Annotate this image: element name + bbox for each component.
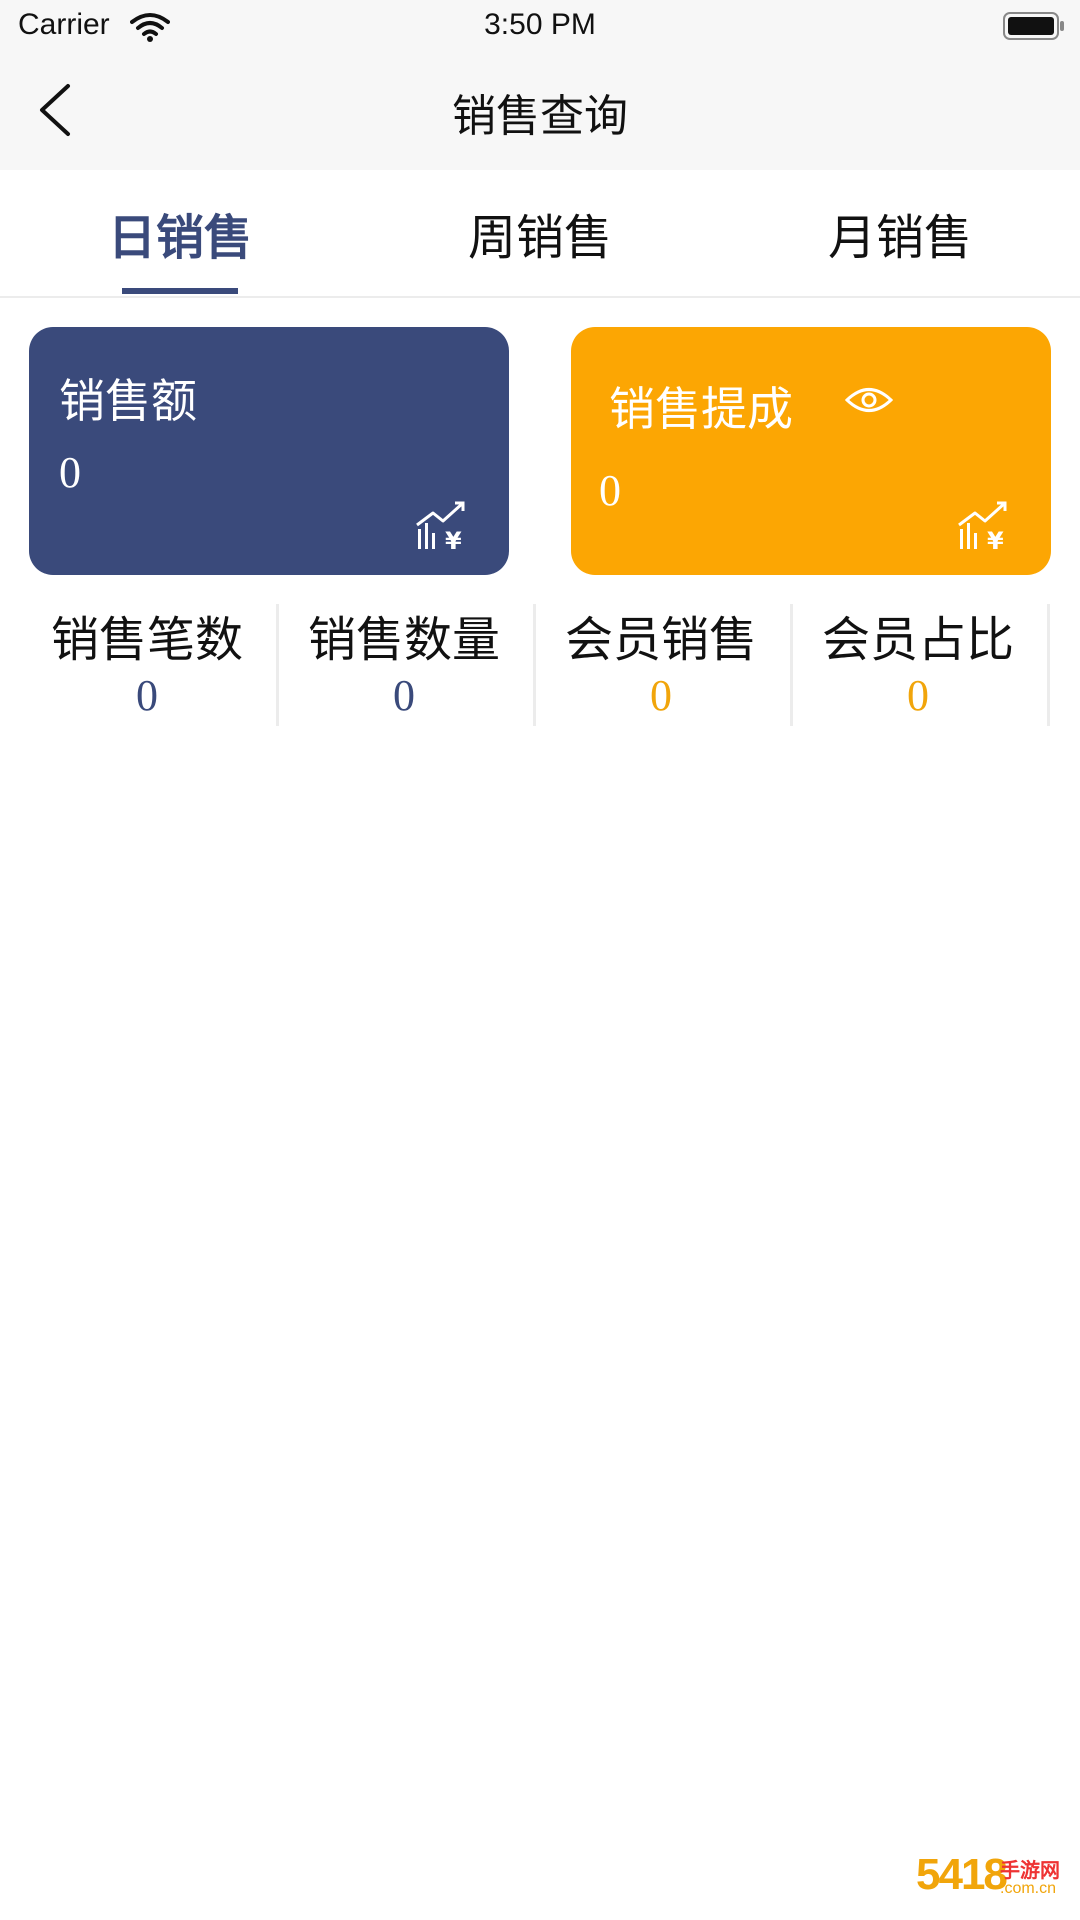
status-time: 3:50 PM [484,8,596,41]
sales-amount-label: 销售额 [59,374,197,428]
tab-monthly-sales[interactable]: 月销售 [720,198,1080,268]
watermark-mark: 5418 [916,1850,1008,1899]
stat-member-sales[interactable]: 会员销售 0 [536,600,793,728]
battery-full-icon [1003,12,1064,40]
eye-icon[interactable] [845,385,893,415]
stat-label: 销售数量 [307,612,500,668]
stat-value: 0 [907,671,929,720]
watermark-text: 手游网 [1000,1858,1060,1882]
stat-member-ratio[interactable]: 会员占比 0 [793,600,1050,728]
svg-text:¥: ¥ [987,527,1004,551]
stat-value: 0 [136,671,158,720]
commission-label: 销售提成 [609,382,793,436]
status-bar: Carrier 3:50 PM [0,0,1080,56]
stat-order-count[interactable]: 销售笔数 0 [22,600,279,728]
sales-stats-row: 销售笔数 0 销售数量 0 会员销售 0 会员占比 0 [22,600,1052,728]
sales-amount-card[interactable]: 销售额 0 ¥ [29,327,509,575]
stat-quantity[interactable]: 销售数量 0 [279,600,536,728]
divider [1047,604,1050,726]
commission-card[interactable]: 销售提成 0 ¥ [571,327,1051,575]
stat-label: 会员销售 [564,612,757,668]
active-tab-indicator [122,288,238,294]
stat-label: 会员占比 [821,612,1014,668]
stat-label: 销售笔数 [50,612,243,668]
period-tabs: 日销售 周销售 月销售 [0,170,1080,298]
tab-weekly-sales[interactable]: 周销售 [360,198,720,268]
commission-value: 0 [599,466,621,515]
stat-value: 0 [393,671,415,720]
watermark-logo: 5418 手游网 .com.cn [916,1850,1066,1908]
sales-amount-value: 0 [59,448,81,497]
sales-trend-icon: ¥ [958,501,1007,551]
stat-value: 0 [650,671,672,720]
navigation-bar: 销售查询 [0,56,1080,170]
watermark-sub: .com.cn [1000,1880,1057,1897]
tab-daily-sales[interactable]: 日销售 [0,198,360,268]
page-title: 销售查询 [452,91,628,142]
sales-trend-icon: ¥ [416,501,465,551]
svg-text:¥: ¥ [445,527,462,551]
